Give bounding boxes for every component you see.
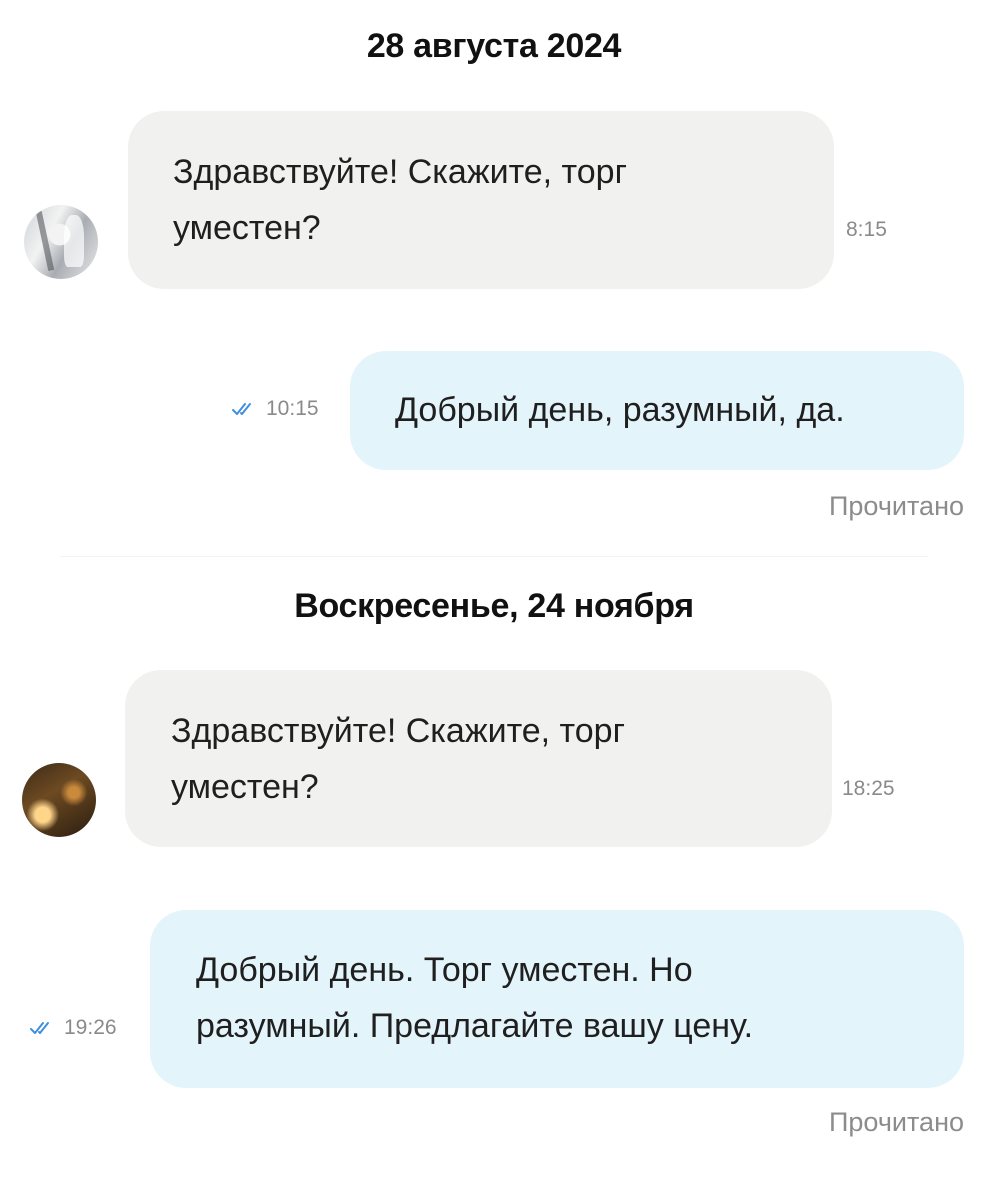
message-time: 8:15 [846,218,887,241]
message-bubble-outgoing[interactable]: Добрый день, разумный, да. [350,351,964,470]
date-separator: 28 августа 2024 [366,27,622,65]
message-text: Здравствуйте! Скажите, торг уместен? [173,153,627,247]
message-bubble-incoming[interactable]: Здравствуйте! Скажите, торг уместен? [125,670,832,847]
message-bubble-incoming[interactable]: Здравствуйте! Скажите, торг уместен? [128,111,834,289]
message-time-group: 10:15 [232,397,319,421]
avatar[interactable] [22,763,96,837]
double-check-icon [232,403,251,415]
message-time: 10:15 [266,397,319,420]
message-text: Здравствуйте! Скажите, торг уместен? [171,712,625,806]
double-check-icon [30,1022,49,1034]
read-status: Прочитано [829,491,964,521]
message-time-group: 19:26 [30,1016,117,1040]
section-divider [60,556,928,557]
message-text: Добрый день. Торг уместен. Но разумный. … [196,951,754,1045]
date-separator: Воскресенье, 24 ноября [294,587,694,625]
read-status: Прочитано [829,1107,964,1137]
message-text: Добрый день, разумный, да. [395,391,845,429]
message-bubble-outgoing[interactable]: Добрый день. Торг уместен. Но разумный. … [150,910,964,1088]
avatar[interactable] [24,205,98,279]
message-time: 18:25 [842,777,895,800]
message-time: 19:26 [64,1016,117,1039]
